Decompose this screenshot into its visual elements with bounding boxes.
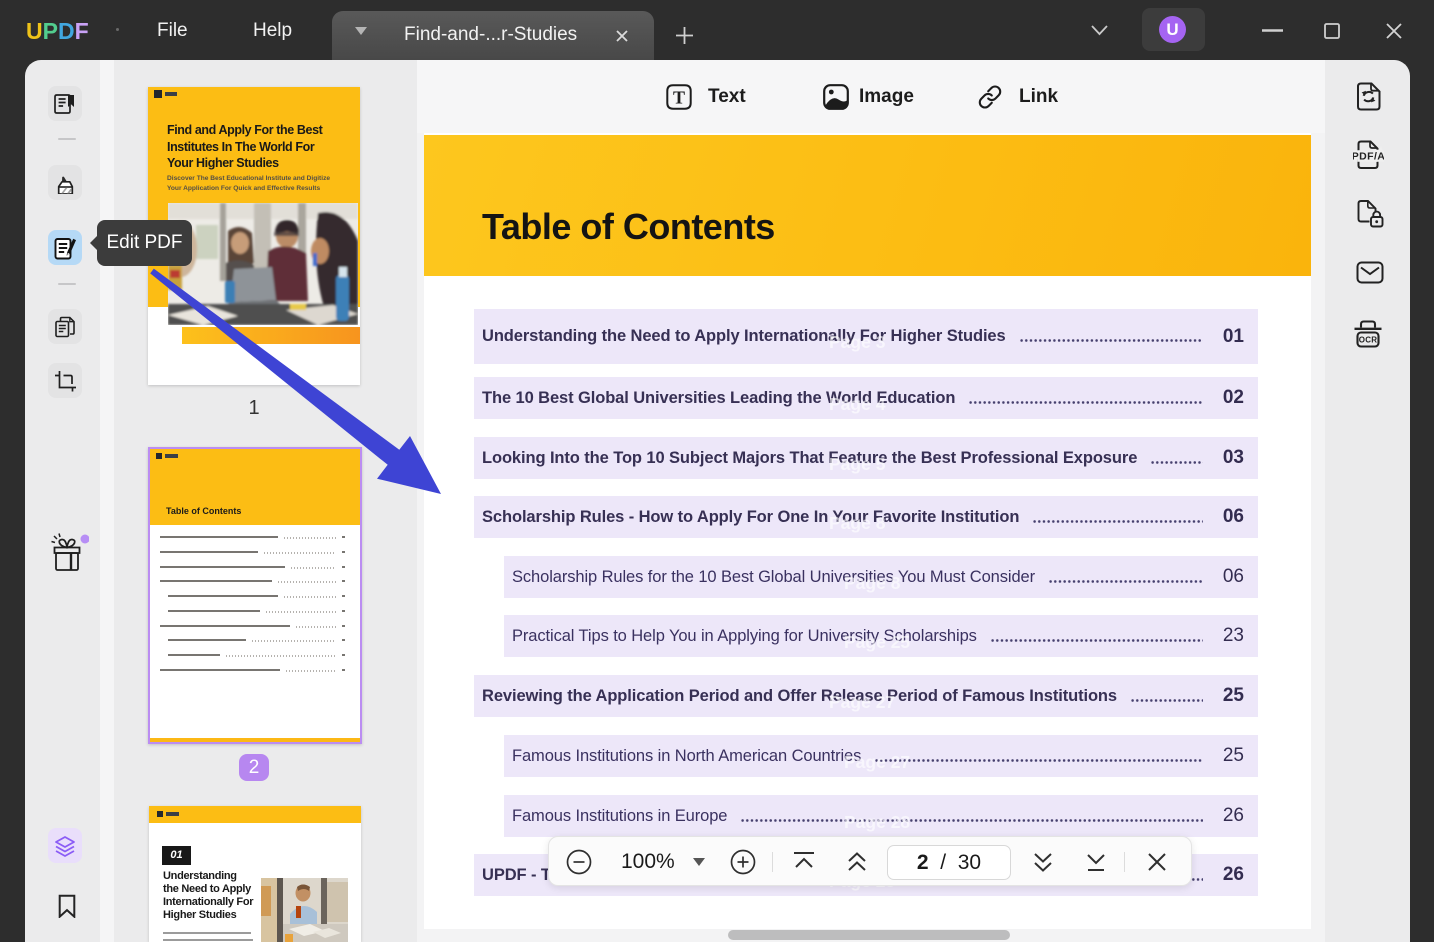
svg-text:OCR: OCR [1359, 335, 1377, 344]
svg-text:PDF/A: PDF/A [1353, 151, 1384, 163]
svg-text:T: T [673, 88, 685, 108]
